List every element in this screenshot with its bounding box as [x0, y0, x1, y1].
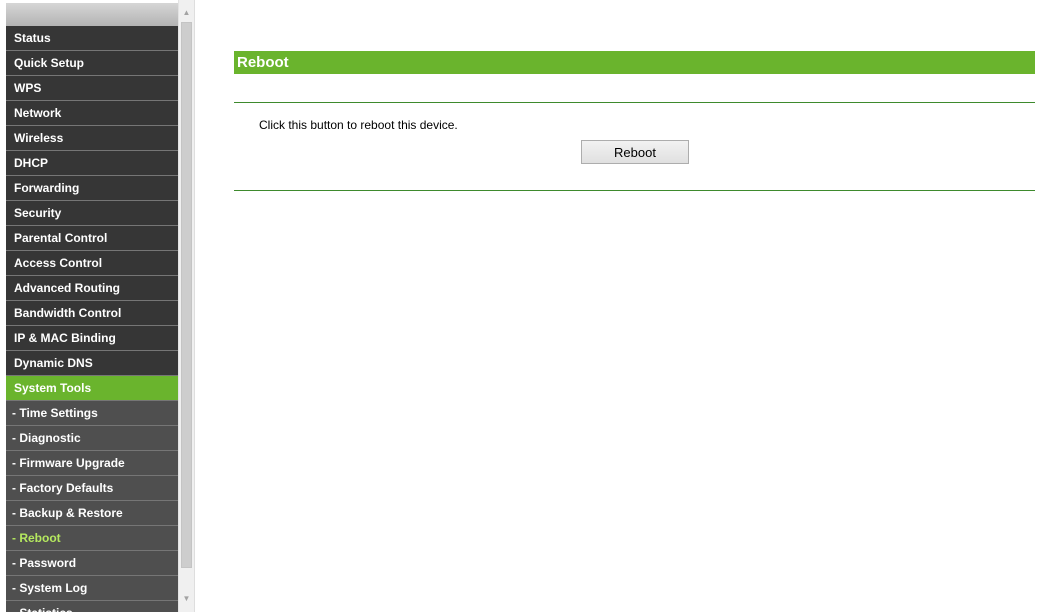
menu-header-bar: [6, 3, 178, 26]
sidebar-item-ip-and-mac-binding[interactable]: IP & MAC Binding: [6, 326, 178, 351]
sidebar-item-system-tools[interactable]: System Tools: [6, 376, 178, 401]
top-divider: [234, 102, 1035, 103]
frame-divider: [194, 0, 202, 612]
sidebar-item-diagnostic[interactable]: - Diagnostic: [6, 426, 178, 451]
scrollbar-thumb[interactable]: [181, 22, 192, 568]
main-content: Reboot Click this button to reboot this …: [203, 0, 1038, 612]
scroll-up-arrow-icon[interactable]: ▲: [179, 5, 194, 21]
reboot-button[interactable]: Reboot: [581, 140, 689, 164]
sidebar-item-bandwidth-control[interactable]: Bandwidth Control: [6, 301, 178, 326]
bottom-divider: [234, 190, 1035, 191]
sidebar-item-password[interactable]: - Password: [6, 551, 178, 576]
sidebar-item-wps[interactable]: WPS: [6, 76, 178, 101]
sidebar-item-status[interactable]: Status: [6, 26, 178, 51]
sidebar-item-dhcp[interactable]: DHCP: [6, 151, 178, 176]
sidebar-item-firmware-upgrade[interactable]: - Firmware Upgrade: [6, 451, 178, 476]
sidebar-item-dynamic-dns[interactable]: Dynamic DNS: [6, 351, 178, 376]
menu-items: Status Quick Setup WPS Network Wireless DHCP F…: [6, 26, 178, 612]
sidebar-item-network[interactable]: Network: [6, 101, 178, 126]
sidebar-frame: Status Quick Setup WPS Network Wireless DHCP F…: [0, 0, 194, 612]
sidebar-item-security[interactable]: Security: [6, 201, 178, 226]
sidebar-item-reboot[interactable]: - Reboot: [6, 526, 178, 551]
reboot-description: Click this button to reboot this device.: [259, 118, 458, 132]
sidebar-item-factory-defaults[interactable]: - Factory Defaults: [6, 476, 178, 501]
sidebar-menu: Status Quick Setup WPS Network Wireless DHCP F…: [0, 0, 178, 612]
scroll-down-arrow-icon[interactable]: ▼: [179, 591, 194, 607]
sidebar-item-statistics[interactable]: - Statistics: [6, 601, 178, 612]
sidebar-item-system-log[interactable]: - System Log: [6, 576, 178, 601]
sidebar-item-wireless[interactable]: Wireless: [6, 126, 178, 151]
router-admin-window: Status Quick Setup WPS Network Wireless DHCP F…: [0, 0, 1038, 612]
sidebar-item-access-control[interactable]: Access Control: [6, 251, 178, 276]
sidebar-scrollbar[interactable]: ▲ ▼: [178, 0, 194, 612]
sidebar-item-backup-and-restore[interactable]: - Backup & Restore: [6, 501, 178, 526]
sidebar-item-quick-setup[interactable]: Quick Setup: [6, 51, 178, 76]
sidebar-item-advanced-routing[interactable]: Advanced Routing: [6, 276, 178, 301]
page-title: Reboot: [234, 51, 1035, 74]
sidebar-item-time-settings[interactable]: - Time Settings: [6, 401, 178, 426]
sidebar-item-forwarding[interactable]: Forwarding: [6, 176, 178, 201]
sidebar-item-parental-control[interactable]: Parental Control: [6, 226, 178, 251]
